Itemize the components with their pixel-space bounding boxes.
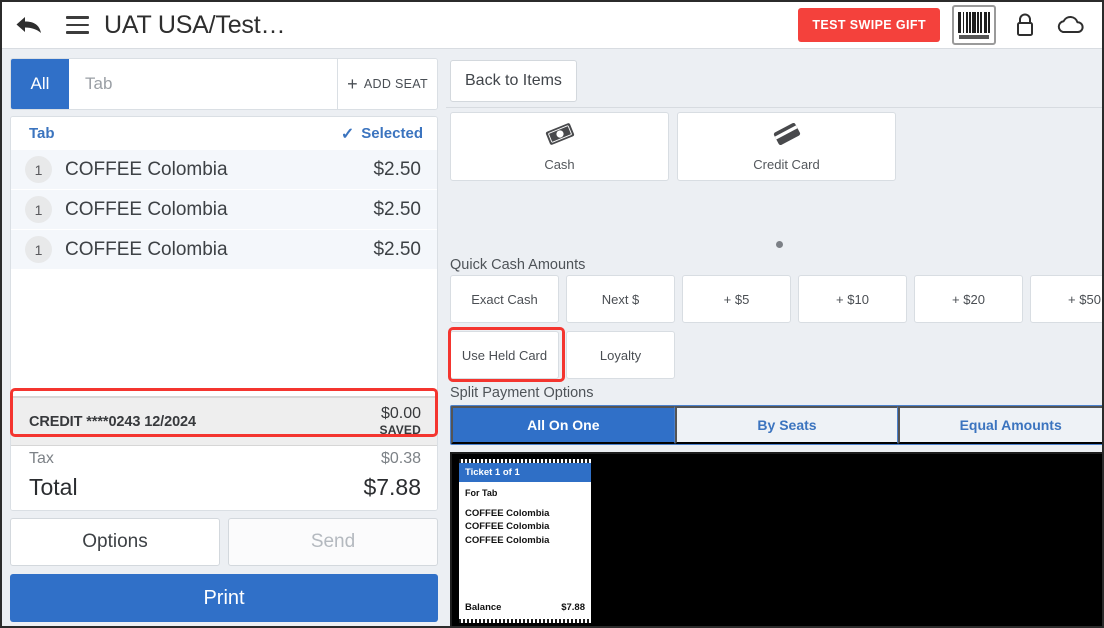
cash-bill-icon [543,122,577,151]
quick-cash-next-dollar[interactable]: Next $ [566,275,675,323]
print-button[interactable]: Print [10,574,438,622]
held-card-buttons: Use Held Card Loyalty [450,331,675,379]
payment-method-label: CREDIT ****0243 12/2024 [29,413,196,430]
quick-cash-label: Quick Cash Amounts [450,257,586,273]
tax-label: Tax [29,450,54,467]
receipt-line-item: COFFEE Colombia [465,508,550,519]
tax-row: Tax $0.38 [11,445,437,472]
add-seat-label: ADD SEAT [363,77,428,91]
barcode-scanner-icon[interactable] [952,5,996,45]
receipt-balance-label: Balance [465,602,502,613]
plus-icon: + [347,74,358,94]
header-actions: TEST SWIPE GIFT [798,5,1102,45]
order-actions: Options Send [10,518,438,566]
quick-cash-buttons: Exact Cash Next $ + $5 + $10 + $20 + $50 [450,275,1102,323]
selected-toggle[interactable]: ✓ Selected [341,124,423,144]
back-arrow-icon[interactable] [2,2,56,49]
status-badge: SAVED [379,423,421,437]
table-row[interactable]: 1 COFFEE Colombia $2.50 [11,190,437,230]
selected-label: Selected [361,125,423,142]
cash-payment-label: Cash [544,156,575,172]
split-equal-amounts[interactable]: Equal Amounts [898,406,1102,444]
lock-icon[interactable] [1008,5,1042,45]
split-payment-options: All On One By Seats Equal Amounts [450,405,1102,445]
receipt-balance-value: $7.88 [561,602,585,613]
send-button: Send [228,518,438,566]
loyalty-button[interactable]: Loyalty [566,331,675,379]
seat-bar: All Tab + ADD SEAT [10,58,438,110]
item-name: COFFEE Colombia [65,158,228,180]
receipt-body: For Tab COFFEE Colombia COFFEE Colombia … [459,482,591,619]
item-quantity: 1 [25,196,52,223]
order-items-list: 1 COFFEE Colombia $2.50 1 COFFEE Colombi… [11,150,437,396]
table-row[interactable]: 1 COFFEE Colombia $2.50 [11,150,437,190]
payment-amount-group: $0.00 SAVED [379,405,421,437]
receipt-for-label: For Tab [465,488,498,498]
tab-header-row: Tab ✓ Selected [11,117,437,150]
table-row[interactable]: 1 COFFEE Colombia $2.50 [11,230,437,270]
total-label: Total [29,474,78,500]
receipt-preview-stage: Ticket 1 of 1 For Tab COFFEE Colombia CO… [450,452,1102,626]
tab-label: Tab [29,125,55,142]
receipt-ticket-title: Ticket 1 of 1 [459,463,591,482]
receipt-preview[interactable]: Ticket 1 of 1 For Tab COFFEE Colombia CO… [459,459,591,623]
item-quantity: 1 [25,156,52,183]
pos-screen: UAT USA/Test… TEST SWIPE GIFT All Tab + … [0,0,1104,628]
credit-card-icon [770,122,804,151]
total-value: $7.88 [363,474,421,500]
quick-cash-plus-10[interactable]: + $10 [798,275,907,323]
split-payment-label: Split Payment Options [450,385,594,401]
tax-value: $0.38 [380,450,421,467]
credit-payment-row[interactable]: CREDIT ****0243 12/2024 $0.00 SAVED [11,396,437,445]
payment-amount: $0.00 [380,405,421,423]
item-price: $2.50 [373,238,421,260]
receipt-perforation-bottom [459,619,591,623]
quick-cash-plus-50[interactable]: + $50 [1030,275,1102,323]
item-name: COFFEE Colombia [65,198,228,220]
back-to-items-button[interactable]: Back to Items [450,60,577,102]
split-all-on-one[interactable]: All On One [451,406,675,444]
use-held-card-button[interactable]: Use Held Card [450,331,559,379]
item-price: $2.50 [373,158,421,180]
item-quantity: 1 [25,236,52,263]
quick-cash-plus-5[interactable]: + $5 [682,275,791,323]
page-title: UAT USA/Test… [104,10,286,39]
cloud-icon[interactable] [1054,5,1088,45]
totals-section: CREDIT ****0243 12/2024 $0.00 SAVED Tax … [11,396,437,510]
receipt-line-item: COFFEE Colombia [465,521,550,533]
order-panel: All Tab + ADD SEAT Tab ✓ Selected 1 COFF… [10,58,438,622]
seat-filter-all[interactable]: All [11,59,69,109]
ticket-card: Tab ✓ Selected 1 COFFEE Colombia $2.50 1… [10,116,438,511]
options-button[interactable]: Options [10,518,220,566]
total-row: Total $7.88 [11,472,437,510]
receipt-line-item: COFFEE Colombia [465,534,550,546]
split-by-seats[interactable]: By Seats [674,406,899,444]
carousel-page-dot[interactable] [776,241,783,248]
add-seat-button[interactable]: + ADD SEAT [337,59,437,109]
app-header: UAT USA/Test… TEST SWIPE GIFT [2,2,1102,49]
cash-payment-button[interactable]: Cash [450,112,669,181]
quick-cash-plus-20[interactable]: + $20 [914,275,1023,323]
test-swipe-gift-button[interactable]: TEST SWIPE GIFT [798,8,940,42]
payment-panel: Back to Items Cash Credit Card Quick Cas… [446,50,1102,626]
tab-name-field[interactable]: Tab [69,59,337,109]
receipt-balance-row: Balance $7.88 [465,602,585,613]
payment-method-buttons: Cash Credit Card [450,112,896,181]
divider [446,107,1102,108]
item-price: $2.50 [373,198,421,220]
credit-card-payment-button[interactable]: Credit Card [677,112,896,181]
checkmark-icon: ✓ [340,125,355,143]
credit-card-payment-label: Credit Card [753,156,820,172]
quick-cash-exact-cash[interactable]: Exact Cash [450,275,559,323]
hamburger-menu-icon[interactable] [56,2,98,49]
item-name: COFFEE Colombia [65,238,228,260]
